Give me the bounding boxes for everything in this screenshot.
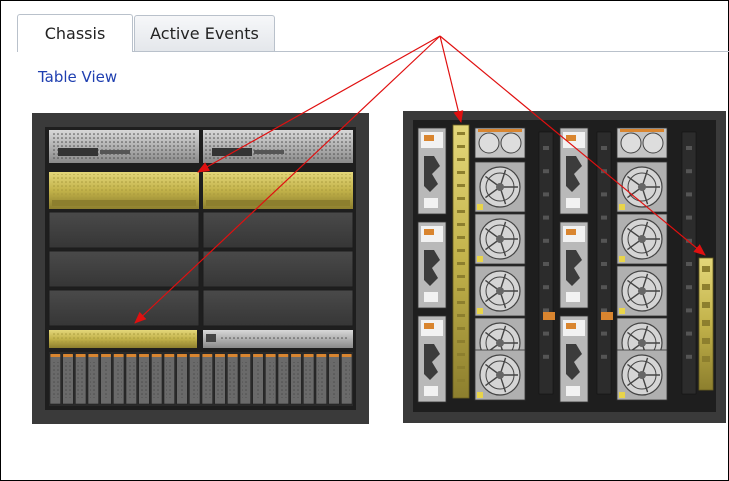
power-supply-icon[interactable] xyxy=(559,127,589,215)
fan-icon[interactable] xyxy=(474,349,526,401)
drive-slot[interactable] xyxy=(201,353,213,405)
drive-slot[interactable] xyxy=(239,353,251,405)
drive-slot[interactable] xyxy=(138,353,150,405)
io-module-icon[interactable] xyxy=(538,131,554,395)
drive-slot[interactable] xyxy=(151,353,163,405)
power-supply-icon[interactable] xyxy=(417,315,447,403)
drive-slot[interactable] xyxy=(328,353,340,405)
cmm-module-highlighted[interactable] xyxy=(698,257,714,391)
drive-slot[interactable] xyxy=(125,353,137,405)
io-module-icon[interactable] xyxy=(681,131,697,395)
drive-slot[interactable] xyxy=(315,353,327,405)
fan-icon[interactable] xyxy=(474,127,526,159)
drive-slot[interactable] xyxy=(189,353,201,405)
drive-slot[interactable] xyxy=(214,353,226,405)
power-supply-icon[interactable] xyxy=(559,315,589,403)
power-supply-icon[interactable] xyxy=(417,127,447,215)
drive-bay-array[interactable] xyxy=(49,352,353,406)
chassis-rear-view[interactable] xyxy=(403,111,726,423)
storage-node-silver[interactable] xyxy=(203,330,353,348)
fan-icon[interactable] xyxy=(474,265,526,317)
node-bay-2[interactable] xyxy=(203,130,353,163)
drive-slot[interactable] xyxy=(303,353,315,405)
power-supply-icon[interactable] xyxy=(559,221,589,309)
fan-icon[interactable] xyxy=(616,213,668,265)
node-bay-3[interactable] xyxy=(49,172,199,209)
drive-slot[interactable] xyxy=(75,353,87,405)
drive-slot[interactable] xyxy=(277,353,289,405)
node-bay-1[interactable] xyxy=(49,130,199,163)
drive-slot[interactable] xyxy=(100,353,112,405)
drive-slot[interactable] xyxy=(87,353,99,405)
drive-slot[interactable] xyxy=(176,353,188,405)
drive-slot[interactable] xyxy=(227,353,239,405)
fan-icon[interactable] xyxy=(616,127,668,159)
fan-icon[interactable] xyxy=(616,265,668,317)
drive-slot[interactable] xyxy=(113,353,125,405)
drive-slot[interactable] xyxy=(49,353,61,405)
chassis-graphics xyxy=(32,35,726,424)
drive-slot[interactable] xyxy=(252,353,264,405)
latch[interactable] xyxy=(543,312,555,320)
power-supply-icon[interactable] xyxy=(417,221,447,309)
node-bay-4[interactable] xyxy=(203,172,353,209)
io-module-highlighted[interactable] xyxy=(452,124,470,399)
drive-slot[interactable] xyxy=(62,353,74,405)
latch[interactable] xyxy=(601,312,613,320)
fan-icon[interactable] xyxy=(474,213,526,265)
storage-node-gold[interactable] xyxy=(49,330,197,348)
drive-slot[interactable] xyxy=(163,353,175,405)
fan-icon[interactable] xyxy=(616,349,668,401)
fan-icon[interactable] xyxy=(474,161,526,213)
chassis-front-view[interactable] xyxy=(32,113,369,424)
tab-chassis[interactable]: Chassis xyxy=(17,14,133,52)
drive-slot[interactable] xyxy=(265,353,277,405)
fan-icon[interactable] xyxy=(616,161,668,213)
drive-slot[interactable] xyxy=(290,353,302,405)
drive-slot[interactable] xyxy=(341,353,353,405)
